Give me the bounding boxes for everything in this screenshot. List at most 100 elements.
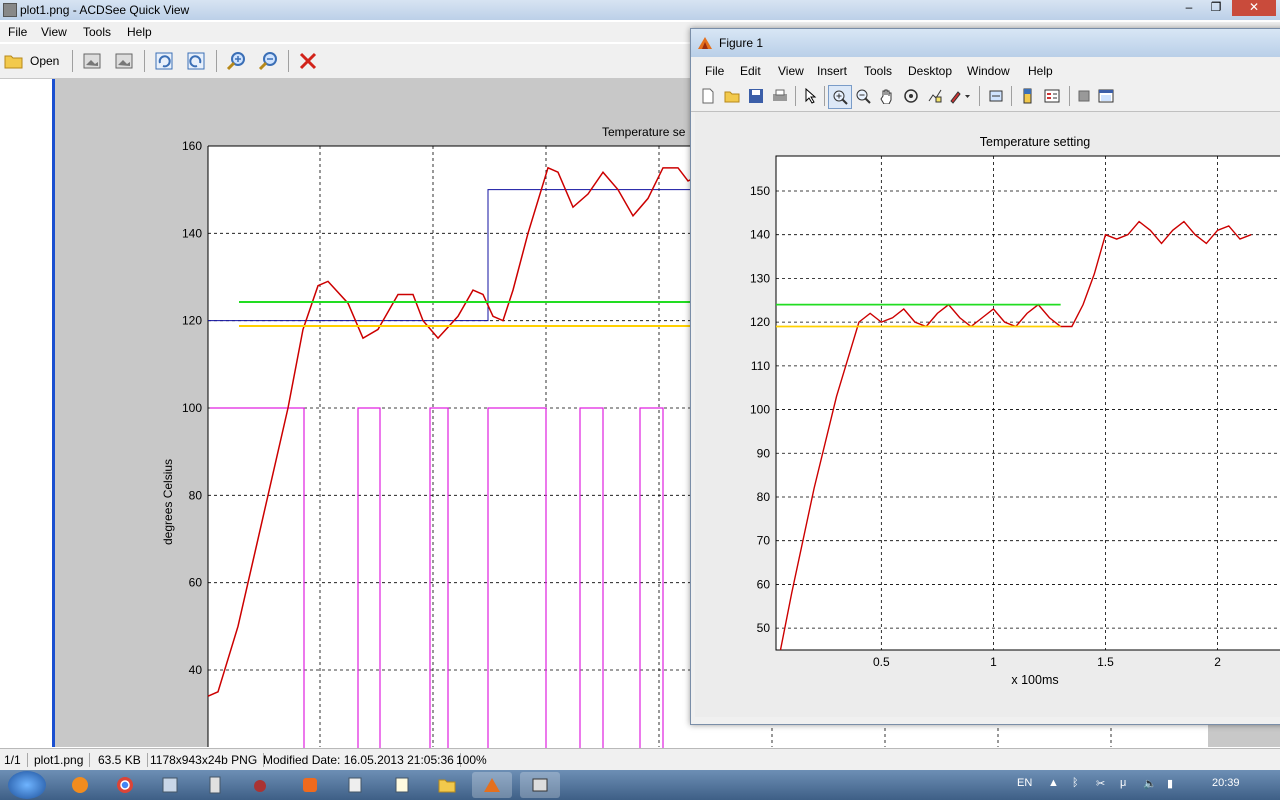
pan-tool-button[interactable] xyxy=(876,85,898,107)
legend-icon xyxy=(1044,89,1060,103)
data-cursor-button[interactable] xyxy=(924,85,946,107)
brush-button[interactable] xyxy=(946,85,974,107)
edit-plot-button[interactable] xyxy=(799,85,821,107)
chrome-icon xyxy=(117,777,133,793)
bg-y-tick-label: 140 xyxy=(182,226,202,240)
open-folder-icon xyxy=(724,91,740,103)
temperature-chart: 0.5 1 1.5 2 50 60 70 80 90 100 110 120 130 140 150 Te… xyxy=(750,135,1280,687)
link-plot-icon xyxy=(989,90,1003,102)
rotate-3d-button[interactable] xyxy=(900,85,922,107)
show-tools-icon xyxy=(1098,89,1114,103)
rotate-3d-icon xyxy=(904,89,918,103)
start-button[interactable] xyxy=(8,771,46,799)
figure-menu-window[interactable]: Window xyxy=(967,64,1010,78)
arrow-pointer-icon xyxy=(805,88,817,104)
y-tick-label: 80 xyxy=(757,490,771,504)
app-icon xyxy=(209,776,221,794)
toolbar-separator xyxy=(795,86,796,106)
new-figure-button[interactable] xyxy=(697,85,719,107)
figure-canvas: 0.5 1 1.5 2 50 60 70 80 90 100 110 120 130 140 150 Te… xyxy=(695,112,1280,717)
taskbar-chrome-app[interactable] xyxy=(105,772,145,798)
show-tools-button[interactable] xyxy=(1095,85,1117,107)
hide-tools-button[interactable] xyxy=(1073,85,1095,107)
notepad-icon xyxy=(395,777,409,793)
zoom-out-icon xyxy=(856,89,871,104)
app-icon xyxy=(348,777,362,793)
open-file-button[interactable] xyxy=(721,85,743,107)
save-button[interactable] xyxy=(745,85,767,107)
tray-arrow-icon[interactable]: ▲ xyxy=(1048,777,1059,789)
colorbar-button[interactable] xyxy=(1017,85,1039,107)
y-tick-label: 60 xyxy=(757,577,771,591)
printer-icon xyxy=(773,89,787,101)
taskbar-app-5[interactable] xyxy=(240,772,280,798)
x-tick-label: 2 xyxy=(1214,655,1221,669)
status-filename: plot1.png xyxy=(34,753,91,767)
bg-y-tick-label: 120 xyxy=(182,314,202,328)
status-bar: 1/1 plot1.png 63.5 KB 1178x943x24b PNG M… xyxy=(0,748,1280,771)
bug-icon xyxy=(254,780,266,792)
volume-icon[interactable]: 🔈 xyxy=(1143,777,1157,790)
clock[interactable]: 20:39 xyxy=(1212,777,1240,789)
x-tick-label: 1.5 xyxy=(1097,655,1114,669)
y-tick-label: 50 xyxy=(757,621,771,635)
figure-menu-edit[interactable]: Edit xyxy=(740,64,761,78)
taskbar-app-3[interactable] xyxy=(150,772,190,798)
save-disk-icon xyxy=(749,89,763,103)
print-button[interactable] xyxy=(769,85,791,107)
taskbar-app-4[interactable] xyxy=(195,772,235,798)
y-tick-label: 120 xyxy=(750,315,770,329)
legend-button[interactable] xyxy=(1041,85,1063,107)
figure-toolbar xyxy=(691,83,1280,112)
matlab-icon xyxy=(484,778,500,792)
taskbar-explorer-app[interactable] xyxy=(427,772,467,798)
figure-menu-tools[interactable]: Tools xyxy=(864,64,892,78)
y-tick-label: 140 xyxy=(750,228,770,242)
y-tick-label: 130 xyxy=(750,271,770,285)
chart-x-label: x 100ms xyxy=(1011,673,1058,687)
figure-menu-view[interactable]: View xyxy=(778,64,804,78)
axes-area[interactable] xyxy=(775,155,1280,651)
figure-window: Figure 1 File Edit View Insert Tools Des… xyxy=(690,28,1280,725)
taskbar-app-7[interactable] xyxy=(335,772,375,798)
brush-dropdown-icon xyxy=(950,91,970,104)
figure-menu-desktop[interactable]: Desktop xyxy=(908,64,952,78)
figure-menu-insert[interactable]: Insert xyxy=(817,64,847,78)
status-zoom: 100% xyxy=(456,753,487,767)
taskbar-matlab-app[interactable] xyxy=(472,772,512,798)
toolbar-separator xyxy=(979,86,980,106)
taskbar-app-8[interactable] xyxy=(382,772,422,798)
figure-menu-help[interactable]: Help xyxy=(1028,64,1053,78)
matlab-icon xyxy=(698,37,712,49)
status-modified: Modified Date: 16.05.2013 21:05:36 xyxy=(263,753,461,767)
bg-y-tick-label: 60 xyxy=(189,576,203,590)
hide-tools-icon xyxy=(1078,90,1090,102)
folder-icon xyxy=(438,779,456,793)
hand-pan-icon xyxy=(880,89,892,104)
toolbar-separator xyxy=(1069,86,1070,106)
utorrent-icon[interactable]: μ xyxy=(1120,777,1126,789)
figure-menu-file[interactable]: File xyxy=(705,64,724,78)
x-tick-label: 1 xyxy=(990,655,997,669)
status-dimensions: 1178x943x24b PNG xyxy=(150,753,265,767)
taskbar-avast-app[interactable] xyxy=(60,772,100,798)
image-viewer-icon xyxy=(532,778,548,792)
language-indicator[interactable]: EN xyxy=(1017,777,1032,789)
zoom-in-tool-button[interactable] xyxy=(828,85,852,109)
app-icon xyxy=(162,777,178,793)
bg-plot-title: Temperature se xyxy=(602,125,686,139)
bluetooth-icon[interactable]: ᛒ xyxy=(1072,777,1079,789)
y-tick-label: 90 xyxy=(757,446,771,460)
link-plot-button[interactable] xyxy=(985,85,1007,107)
status-filesize: 63.5 KB xyxy=(98,753,148,767)
y-tick-label: 150 xyxy=(750,184,770,198)
zoom-out-tool-button[interactable] xyxy=(852,85,874,107)
taskbar-acdsee-app[interactable] xyxy=(520,772,560,798)
tray-app-icon[interactable]: ✂ xyxy=(1096,777,1105,790)
taskbar-app-6[interactable] xyxy=(290,772,330,798)
windows-taskbar: EN ▲ ᛒ ✂ μ 🔈 ▮ 20:39 xyxy=(0,770,1280,800)
bg-y-tick-label: 40 xyxy=(189,663,203,677)
network-icon[interactable]: ▮ xyxy=(1167,777,1173,790)
status-index: 1/1 xyxy=(4,753,28,767)
y-tick-label: 100 xyxy=(750,403,770,417)
